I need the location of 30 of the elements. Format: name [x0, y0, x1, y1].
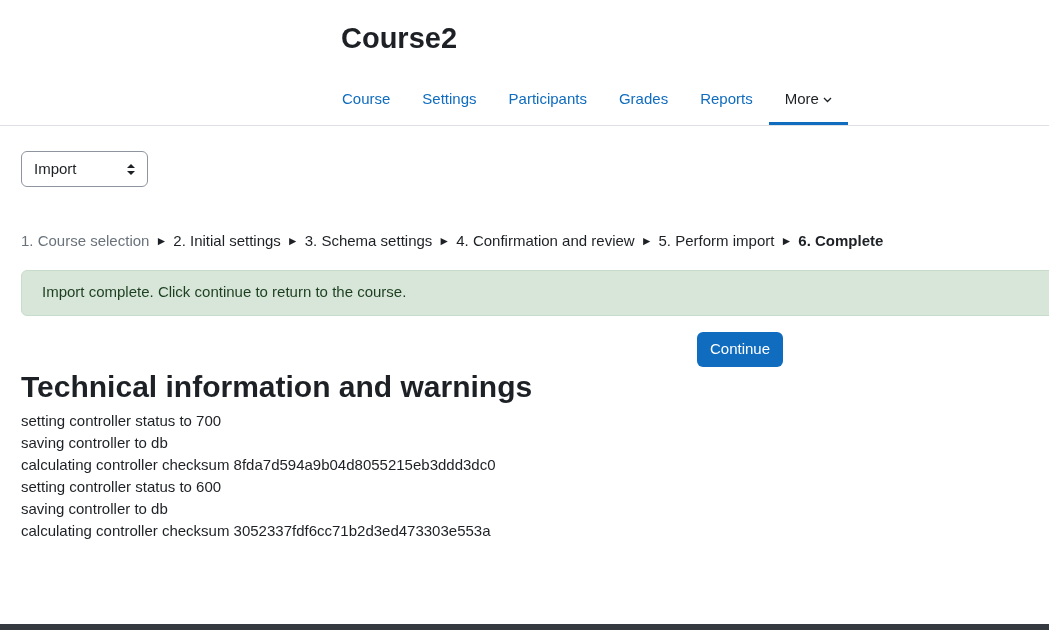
import-step: 6. Complete	[798, 230, 884, 253]
success-alert: Import complete. Click continue to return to the course.	[21, 269, 1049, 316]
log-line: calculating controller checksum 8fda7d594a9b04d8055215eb3ddd3dc0	[21, 454, 496, 475]
step-separator: ►	[155, 233, 168, 251]
nav-tab[interactable]: Course	[326, 77, 407, 125]
continue-button[interactable]: Continue	[697, 331, 784, 367]
nav-tab[interactable]: Participants	[492, 77, 603, 125]
import-step: 1. Course selection	[21, 230, 150, 253]
nav-tab[interactable]: Reports	[684, 77, 769, 125]
log-line: saving controller to db	[21, 432, 168, 453]
import-select[interactable]: Import	[21, 151, 148, 187]
chevron-down-icon	[822, 96, 832, 103]
step-separator: ►	[640, 233, 653, 251]
log-line: setting controller status to 700	[21, 410, 222, 431]
import-step: 2. Initial settings	[173, 230, 281, 253]
log-line: calculating controller checksum 3052337fdf6cc71b2d3ed473303e553a	[21, 520, 491, 541]
step-separator: ►	[286, 233, 299, 251]
sort-arrows-icon	[127, 163, 135, 175]
step-separator: ►	[438, 233, 451, 251]
import-step: 3. Schema settings	[304, 230, 433, 253]
course-title: Course2	[341, 21, 458, 56]
import-step: 5. Perform import	[658, 230, 775, 253]
more-menu-tab[interactable]: More	[768, 77, 848, 125]
section-heading: Technical information and warnings	[21, 368, 533, 405]
nav-tab[interactable]: Settings	[406, 77, 493, 125]
log-line: setting controller status to 600	[21, 476, 222, 497]
import-step: 4. Confirmation and review	[456, 230, 635, 253]
nav-tab[interactable]: Grades	[602, 77, 685, 125]
log-line: saving controller to db	[21, 498, 168, 519]
step-separator: ►	[780, 233, 793, 251]
